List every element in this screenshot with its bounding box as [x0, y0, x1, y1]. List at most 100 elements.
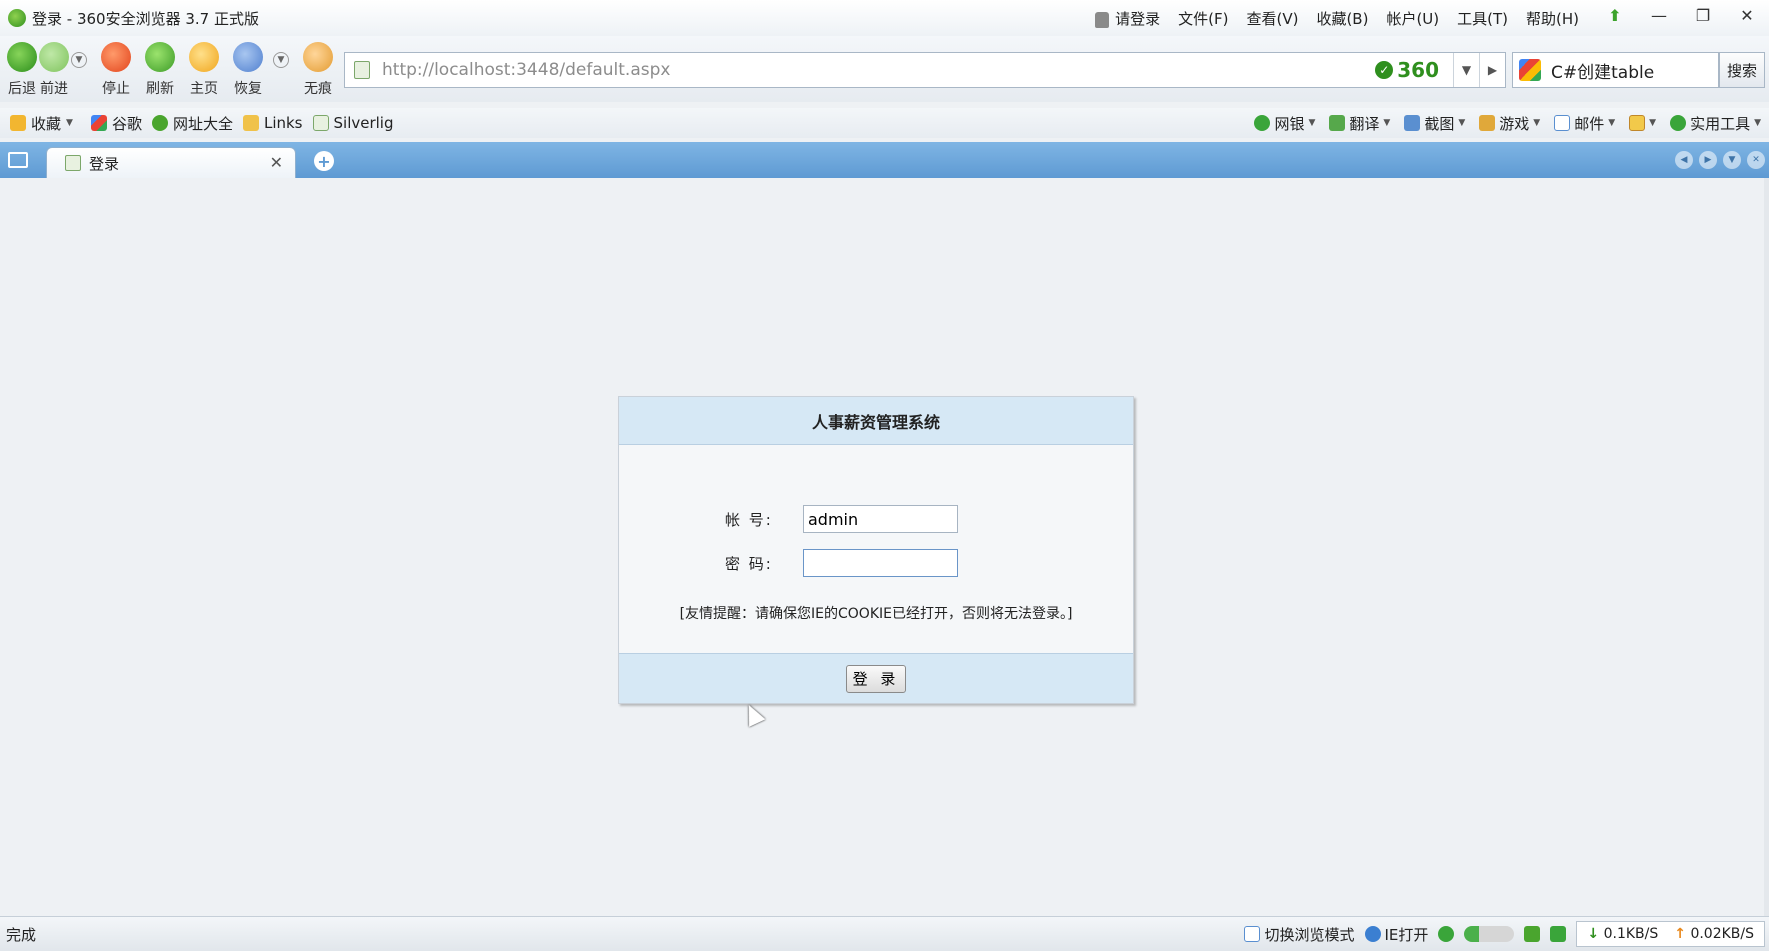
tab-navigation: ◀ ▶ ▼ ✕ — [1675, 151, 1765, 169]
download-arrow-icon — [1550, 926, 1567, 942]
bookmark-links[interactable]: Links — [242, 114, 303, 132]
tab-scroll-left-icon[interactable]: ◀ — [1675, 151, 1693, 169]
tab-login[interactable]: 登录 ✕ — [46, 147, 296, 178]
page-icon — [312, 115, 329, 131]
navigation-toolbar: 后退 前进 ▼ 停止 刷新 主页 恢复 ▼ 无痕 http://localhos… — [0, 36, 1769, 102]
login-panel: 人事薪资管理系统 帐 号: 密 码: [友情提醒：请确保您IE的COOKIE已经… — [618, 396, 1134, 704]
forward-button[interactable]: 前进 — [34, 42, 74, 98]
tool-screenshot[interactable]: 截图 ▼ — [1404, 113, 1465, 134]
bookmark-silverlight[interactable]: Silverlig — [312, 114, 394, 132]
calendar-icon — [1629, 115, 1646, 131]
go-button[interactable]: ▶ — [1479, 53, 1505, 87]
bookmark-google[interactable]: 谷歌 — [90, 113, 142, 134]
plus-circle-icon — [1670, 115, 1687, 131]
menu-view[interactable]: 查看(V) — [1246, 8, 1298, 29]
search-engine-icon[interactable] — [1519, 59, 1541, 81]
folder-icon — [242, 115, 259, 131]
account-input[interactable] — [803, 505, 958, 533]
window-title: 登录 - 360安全浏览器 3.7 正式版 — [32, 9, 259, 28]
download-button[interactable] — [1550, 926, 1567, 942]
scrollbar[interactable] — [1764, 178, 1769, 916]
ie-icon — [1364, 926, 1381, 942]
bookmark-hao[interactable]: 网址大全 — [151, 113, 233, 134]
search-input[interactable]: C#创建table — [1551, 58, 1654, 83]
stop-button[interactable]: 停止 — [96, 42, 136, 98]
tool-translate[interactable]: 翻译 ▼ — [1329, 113, 1390, 134]
login-button[interactable]: 登 录 — [846, 664, 906, 693]
tool-utilities[interactable]: 实用工具 ▼ — [1670, 113, 1761, 134]
tab-list-icon[interactable]: ▼ — [1723, 151, 1741, 169]
login-footer: 登 录 — [619, 653, 1133, 703]
window-icon — [1244, 926, 1261, 942]
password-label: 密 码: — [725, 554, 773, 573]
search-button[interactable]: 搜索 — [1719, 52, 1765, 88]
close-tab-icon[interactable]: ✕ — [270, 153, 283, 172]
page-icon — [354, 61, 370, 79]
toggle-switch[interactable] — [1464, 926, 1515, 942]
back-arrow-icon — [7, 42, 37, 72]
cookie-tip: [友情提醒：请确保您IE的COOKIE已经打开，否则将无法登录。] — [679, 606, 1073, 622]
menu-help[interactable]: 帮助(H) — [1526, 8, 1579, 29]
security-badge[interactable]: ✓ 360 — [1375, 58, 1439, 82]
tab-bar: 登录 ✕ + ◀ ▶ ▼ ✕ — [0, 142, 1769, 178]
new-tab-button[interactable]: + — [314, 151, 334, 171]
address-bar[interactable]: http://localhost:3448/default.aspx ✓ 360 … — [344, 52, 1506, 88]
menu-favorites[interactable]: 收藏(B) — [1316, 8, 1368, 29]
forward-arrow-icon — [39, 42, 69, 72]
menu-account[interactable]: 帐户(U) — [1386, 8, 1439, 29]
status-tools: 切换浏览模式 IE打开 ↓ 0.1KB/S ↑ 0.02KB/S — [1244, 917, 1769, 951]
toggle-icon — [1464, 926, 1515, 942]
menu-login[interactable]: 请登录 — [1095, 8, 1160, 29]
url-dropdown-button[interactable]: ▼ — [1453, 53, 1479, 87]
tools-bar: 网银 ▼ 翻译 ▼ 截图 ▼ 游戏 ▼ 邮件 ▼ ▼ 实用工具 ▼ — [1254, 108, 1769, 138]
close-window-button[interactable]: ✕ — [1725, 0, 1769, 30]
url-text[interactable]: http://localhost:3448/default.aspx — [382, 60, 1375, 80]
tool-bank[interactable]: 网银 ▼ — [1254, 113, 1315, 134]
print-button[interactable] — [1524, 926, 1541, 942]
down-arrow-icon: ↓ — [1587, 926, 1600, 942]
check-icon: ✓ — [1375, 61, 1394, 79]
bank-icon — [1254, 115, 1271, 131]
stop-icon — [101, 42, 131, 72]
tool-mail[interactable]: 邮件 ▼ — [1554, 113, 1615, 134]
tab-scroll-right-icon[interactable]: ▶ — [1699, 151, 1717, 169]
refresh-icon — [145, 42, 175, 72]
incognito-button[interactable]: 无痕 — [298, 42, 338, 98]
tool-calendar[interactable]: ▼ — [1629, 115, 1656, 131]
undo-icon — [233, 42, 263, 72]
up-arrow-icon: ↑ — [1674, 926, 1686, 942]
search-box[interactable]: C#创建table — [1512, 52, 1719, 88]
restore-dropdown[interactable]: ▼ — [273, 52, 289, 68]
google-icon — [90, 115, 107, 131]
bookmark-favorites[interactable]: 收藏 ▼ — [10, 113, 73, 134]
download-speed: ↓ 0.1KB/S — [1587, 926, 1659, 942]
history-dropdown[interactable]: ▼ — [71, 52, 87, 68]
home-button[interactable]: 主页 — [184, 42, 224, 98]
star-icon — [10, 115, 26, 131]
upgrade-arrow-icon[interactable]: ⬆ — [1593, 0, 1637, 30]
lock-icon — [1095, 11, 1110, 28]
switch-mode-button[interactable]: 切换浏览模式 — [1244, 924, 1355, 945]
restore-button[interactable]: 恢复 — [228, 42, 268, 98]
printer-icon — [1524, 926, 1541, 942]
menu-file[interactable]: 文件(F) — [1178, 8, 1228, 29]
security-status[interactable] — [1438, 926, 1455, 942]
tool-games[interactable]: 游戏 ▼ — [1479, 113, 1540, 134]
ie-open-button[interactable]: IE打开 — [1364, 924, 1428, 945]
page-icon — [65, 155, 81, 171]
minimize-button[interactable]: — — [1637, 0, 1681, 30]
network-speed: ↓ 0.1KB/S ↑ 0.02KB/S — [1576, 921, 1765, 947]
refresh-button[interactable]: 刷新 — [140, 42, 180, 98]
tab-close-icon[interactable]: ✕ — [1747, 151, 1765, 169]
browser-logo-icon — [8, 9, 26, 27]
translate-icon — [1329, 115, 1346, 131]
menu-tools[interactable]: 工具(T) — [1457, 8, 1508, 29]
bookmarks-bar: 收藏 ▼ 谷歌 网址大全 Links Silverlig 网银 ▼ 翻译 ▼ 截图 ▼ … — [0, 108, 1769, 138]
ie-icon — [151, 115, 168, 131]
scissors-icon — [1404, 115, 1421, 131]
shield-icon — [1438, 926, 1455, 942]
password-input[interactable] — [803, 549, 958, 577]
sidebar-toggle-icon[interactable] — [8, 152, 28, 168]
maximize-button[interactable]: ❐ — [1681, 0, 1725, 30]
title-bar: 登录 - 360安全浏览器 3.7 正式版 请登录 文件(F) 查看(V) 收藏… — [0, 0, 1769, 36]
